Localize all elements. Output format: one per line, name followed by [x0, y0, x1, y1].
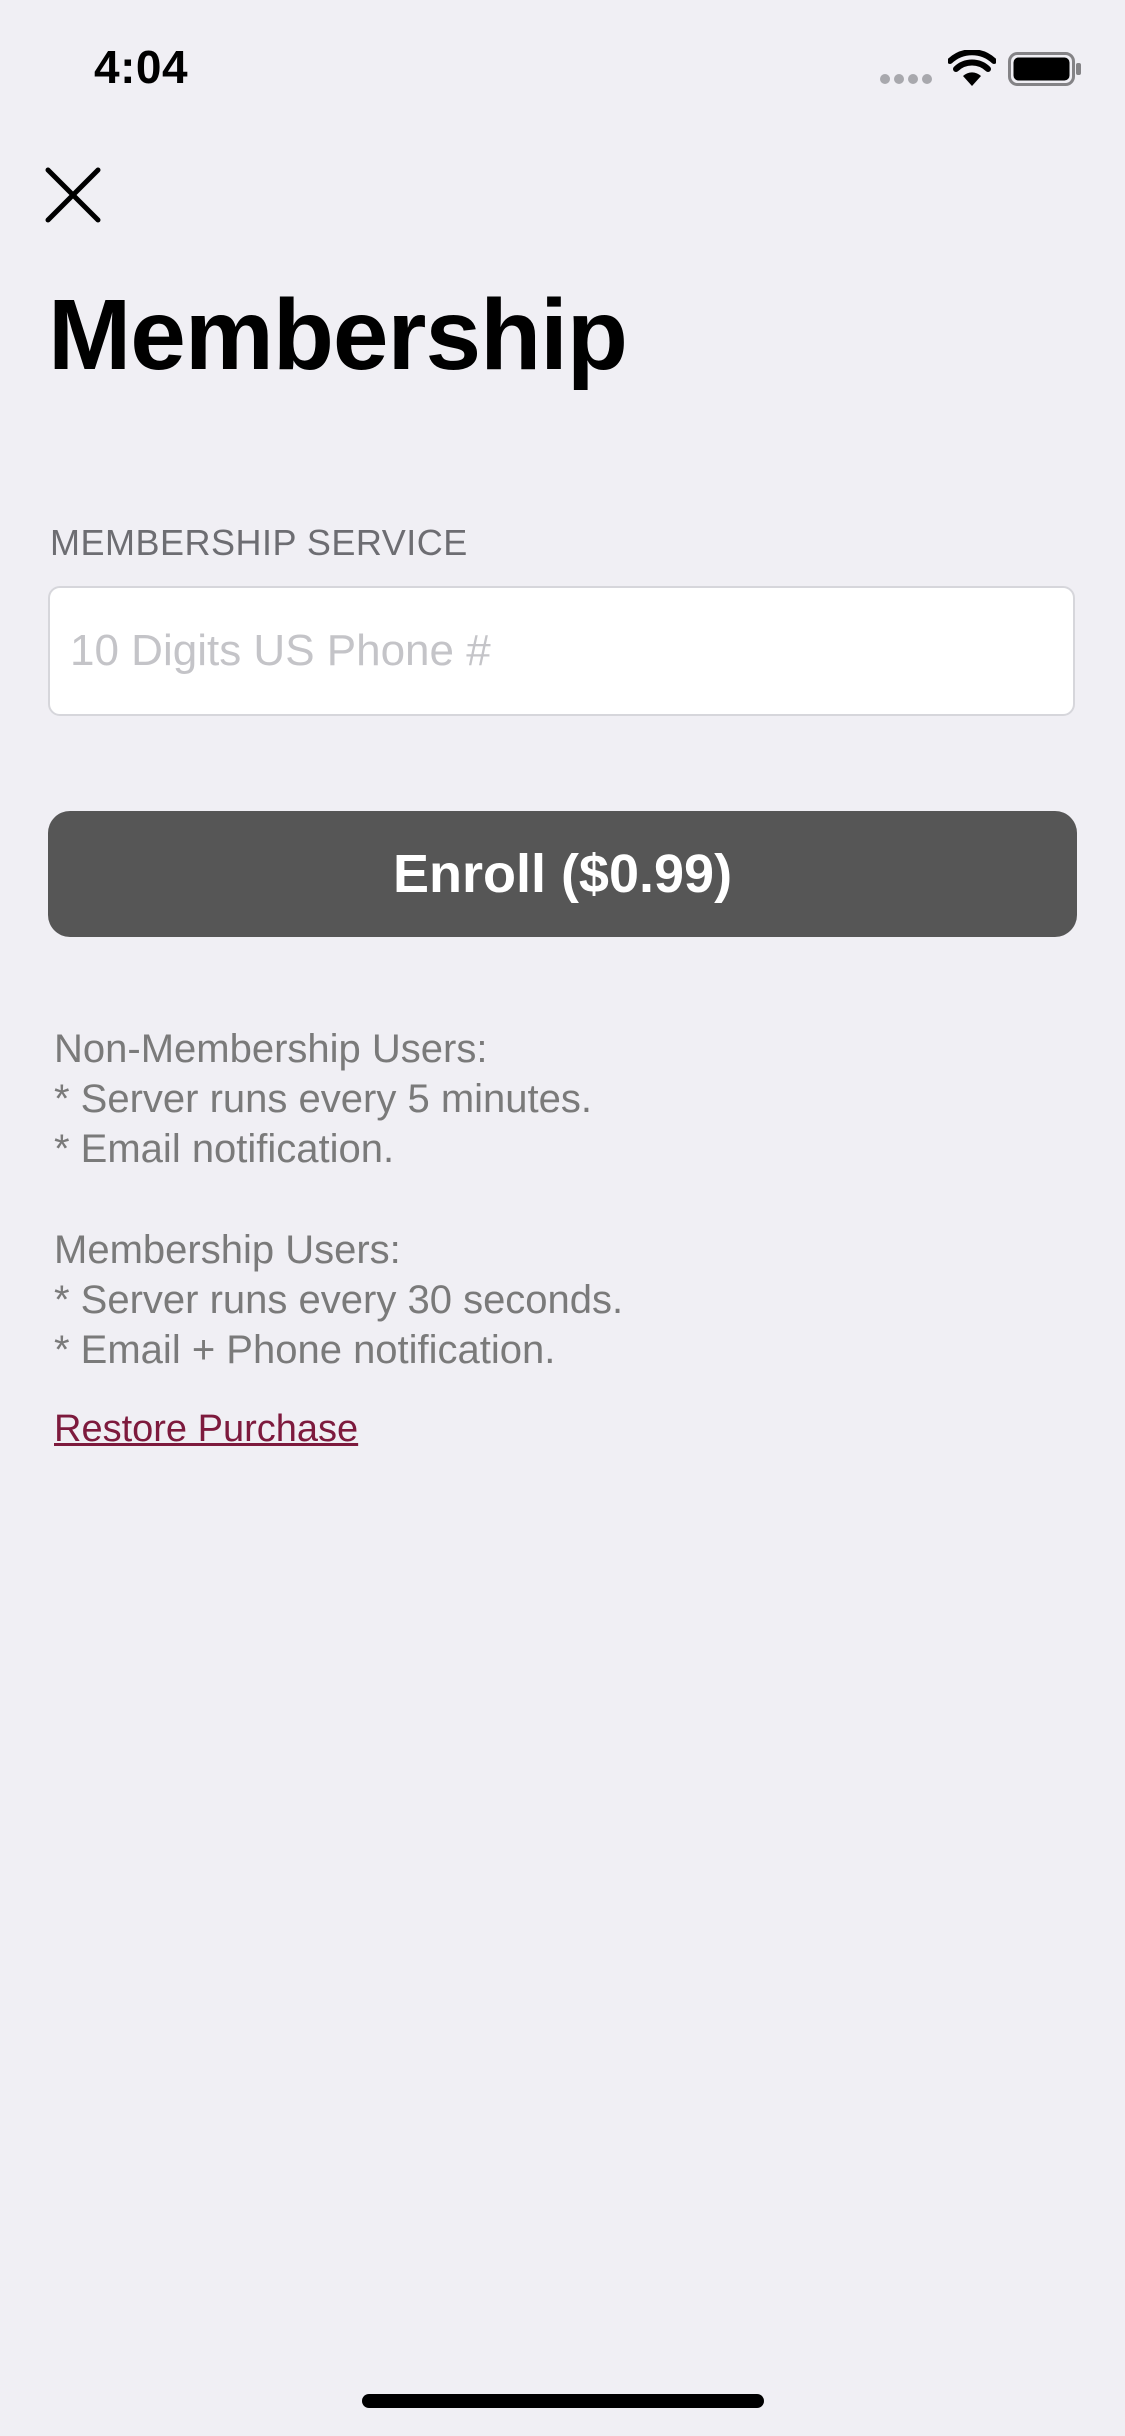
page-title: Membership: [48, 279, 628, 391]
section-label: MEMBERSHIP SERVICE: [50, 522, 468, 563]
info-heading: Membership Users:: [54, 1228, 401, 1272]
phone-number-input[interactable]: [48, 586, 1075, 716]
membership-info: Membership Users: * Server runs every 30…: [54, 1225, 623, 1375]
info-heading: Non-Membership Users:: [54, 1027, 488, 1071]
info-item: * Server runs every 5 minutes.: [54, 1077, 592, 1121]
home-indicator[interactable]: [362, 2394, 764, 2408]
info-item: * Email notification.: [54, 1127, 395, 1171]
status-time: 4:04: [94, 41, 189, 93]
info-item: * Server runs every 30 seconds.: [54, 1278, 624, 1322]
non-membership-info: Non-Membership Users: * Server runs ever…: [54, 1024, 592, 1174]
wifi-icon: [948, 50, 996, 86]
status-bar: 4:04: [0, 0, 1125, 132]
signal-icon: [880, 74, 932, 84]
battery-icon: [1008, 52, 1081, 86]
close-icon[interactable]: [40, 162, 106, 228]
info-item: * Email + Phone notification.: [54, 1328, 556, 1372]
restore-purchase-link[interactable]: Restore Purchase: [54, 1408, 358, 1451]
enroll-button[interactable]: Enroll ($0.99): [48, 811, 1077, 937]
